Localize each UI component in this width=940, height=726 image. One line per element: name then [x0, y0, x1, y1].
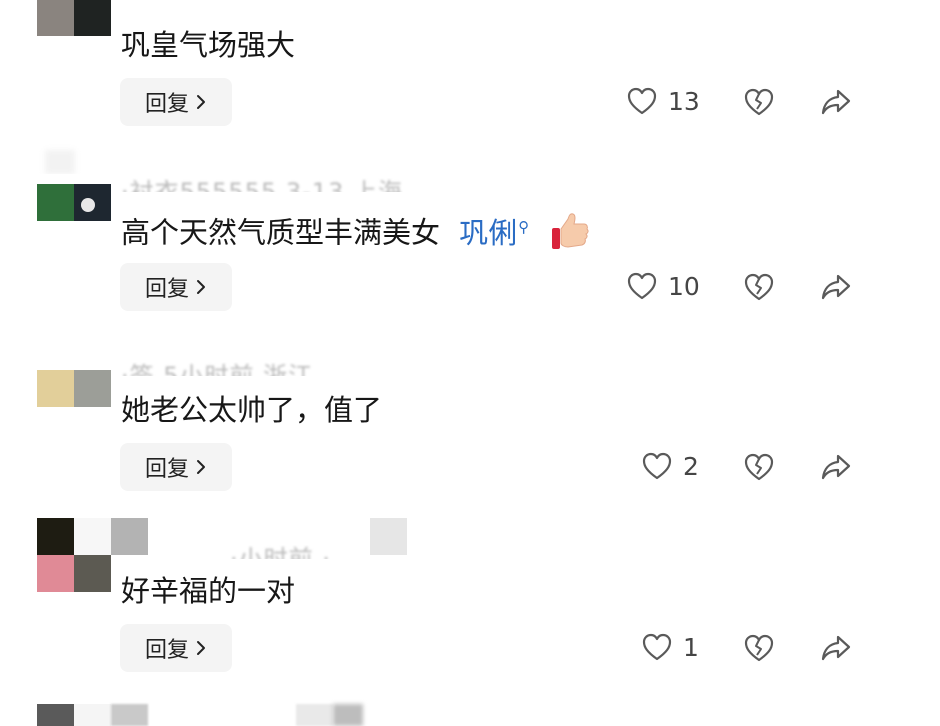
search-mini-icon: ⚲ [518, 218, 530, 236]
broken-heart-icon[interactable] [743, 633, 775, 663]
like-count: 10 [668, 271, 700, 301]
reply-label: 回复 [144, 457, 189, 482]
chevron-right-icon [197, 280, 205, 294]
avatar[interactable] [37, 370, 111, 407]
like-button[interactable]: 10 [626, 271, 700, 301]
blurred-username [296, 704, 333, 726]
reply-label: 回复 [144, 277, 189, 302]
blurred-username [111, 518, 148, 555]
heart-outline-icon [627, 87, 657, 115]
like-count: 2 [683, 451, 699, 481]
comment-actions: 13 [627, 78, 940, 126]
comment-meta-text: ·签 5小时前 浙江 [121, 362, 314, 376]
heart-outline-icon [642, 452, 672, 480]
comment-text: 高个天然气质型丰满美女 巩俐⚲ [121, 208, 590, 252]
heart-outline-icon [627, 272, 657, 300]
chevron-right-icon [197, 95, 205, 109]
comment-actions: 1 [640, 624, 940, 672]
like-button[interactable]: 2 [641, 451, 699, 481]
reply-button[interactable]: 回复 [120, 624, 232, 672]
broken-heart-icon[interactable] [743, 87, 775, 117]
like-count: 13 [668, 86, 700, 116]
comment-body: 她老公太帅了，值了 [121, 393, 383, 427]
avatar[interactable] [37, 184, 111, 221]
share-arrow-icon[interactable] [820, 87, 852, 117]
chevron-right-icon [197, 460, 205, 474]
share-arrow-icon[interactable] [820, 452, 852, 482]
comment-text: 巩皇气场强大 [121, 26, 295, 64]
comment-meta: ·签 5小时前 浙江 [121, 362, 313, 376]
comment-meta: ·衬衣555555 3-13 上海 [121, 178, 403, 192]
comment-meta-text: ·衬衣555555 3-13 上海 [121, 178, 403, 192]
share-arrow-icon[interactable] [820, 633, 852, 663]
broken-heart-icon[interactable] [743, 452, 775, 482]
avatar-fragment [37, 144, 111, 174]
search-link[interactable]: 巩俐 [459, 216, 517, 250]
comment-actions: 2 [640, 443, 940, 491]
heart-outline-icon [642, 633, 672, 661]
like-count: 1 [683, 632, 699, 662]
blurred-username [333, 704, 363, 726]
reply-button[interactable]: 回复 [120, 443, 232, 491]
chevron-right-icon [197, 641, 205, 655]
like-button[interactable]: 13 [626, 86, 700, 116]
comment-text: 她老公太帅了，值了 [121, 391, 382, 429]
blurred-username [111, 704, 148, 726]
share-arrow-icon[interactable] [820, 272, 852, 302]
like-button[interactable]: 1 [641, 632, 699, 662]
comment-actions: 10 [627, 263, 940, 311]
avatar[interactable] [37, 518, 111, 592]
comment-body: 高个天然气质型丰满美女 [121, 215, 441, 250]
reply-button[interactable]: 回复 [120, 263, 232, 311]
reply-label: 回复 [144, 638, 189, 663]
reply-button[interactable]: 回复 [120, 78, 232, 126]
avatar[interactable] [37, 0, 111, 36]
blurred-username [370, 518, 407, 555]
comment-body: 巩皇气场强大 [121, 28, 296, 62]
comment-body: 好辛福的一对 [121, 574, 296, 608]
comment-meta-text: ·小时前 · [230, 545, 331, 559]
reply-label: 回复 [144, 92, 189, 117]
thumbs-up-emoji [552, 212, 590, 249]
comment-text: 好辛福的一对 [121, 572, 295, 610]
avatar[interactable] [37, 704, 111, 726]
broken-heart-icon[interactable] [743, 272, 775, 302]
comment-meta: ·小时前 · [230, 545, 331, 559]
